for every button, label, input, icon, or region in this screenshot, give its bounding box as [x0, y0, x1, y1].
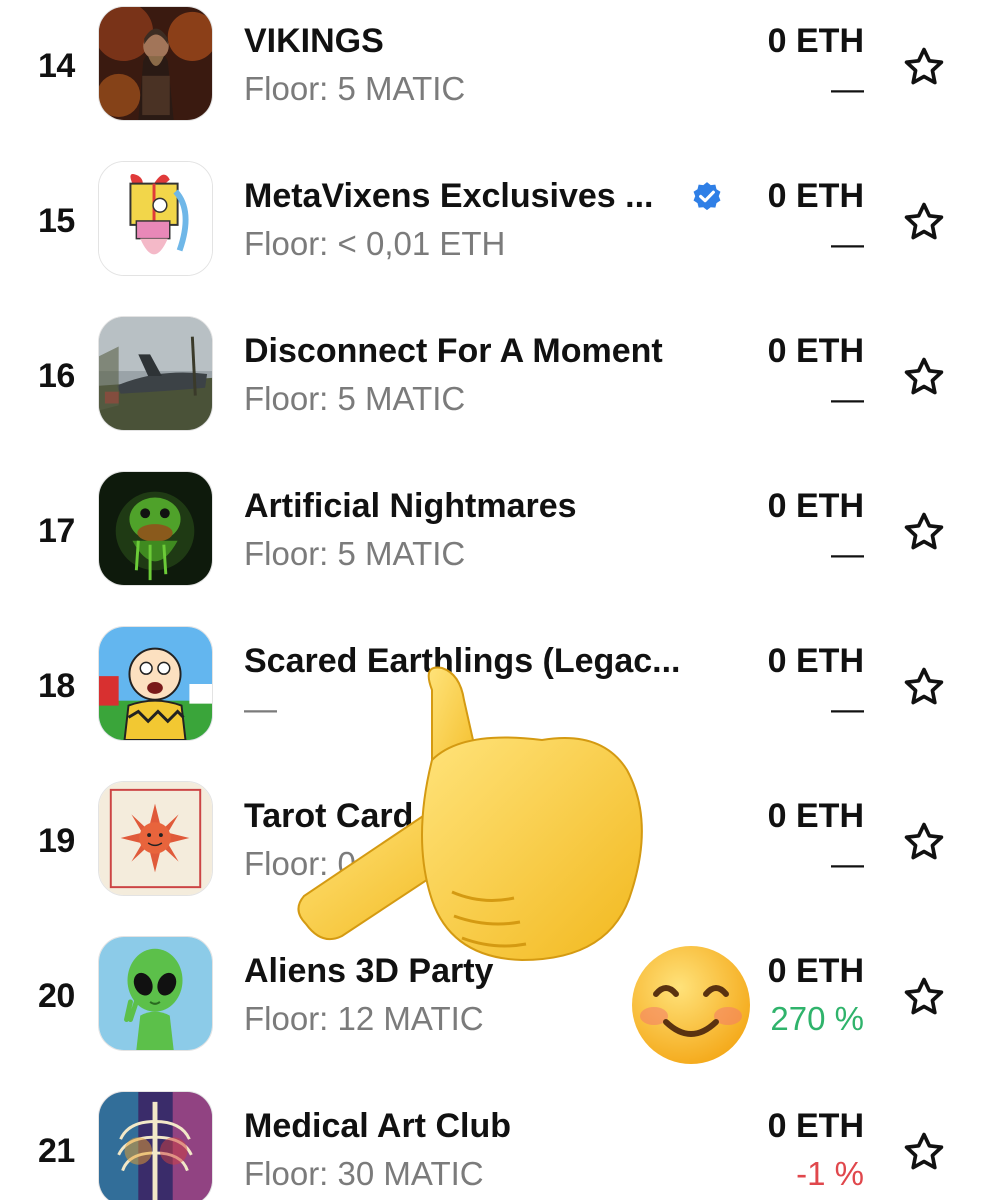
change-value: —: [831, 225, 864, 262]
green-slime-duck-image: [99, 472, 212, 585]
collection-thumbnail[interactable]: [98, 161, 213, 276]
change-value: —: [831, 380, 864, 417]
collection-thumbnail[interactable]: [98, 781, 213, 896]
floor-price: —: [244, 690, 277, 727]
collection-thumbnail[interactable]: [98, 316, 213, 431]
volume-value: 0 ETH: [767, 332, 864, 370]
volume-value: 0 ETH: [767, 642, 864, 680]
collection-name[interactable]: Scared Earthlings (Legac...: [244, 642, 680, 681]
collection-name[interactable]: Medical Art Club: [244, 1107, 511, 1146]
volume-value: 0 ETH: [767, 1107, 864, 1145]
change-value: 270 %: [770, 1000, 864, 1037]
change-value: —: [831, 690, 864, 727]
xray-chest-art-image: [99, 1092, 212, 1200]
collection-name[interactable]: Tarot Card: [244, 797, 413, 836]
rank-number: 15: [38, 202, 75, 240]
star-outline-icon[interactable]: [902, 355, 946, 399]
rank-number: 14: [38, 47, 75, 85]
verified-badge-icon: [690, 180, 724, 214]
collection-name[interactable]: Disconnect For A Moment: [244, 332, 663, 371]
rank-number: 19: [38, 822, 75, 860]
collection-name[interactable]: VIKINGS: [244, 22, 384, 61]
collection-row[interactable]: 19 Tarot Card Floor: 0 0 ETH —: [0, 775, 992, 930]
change-value: —: [831, 845, 864, 882]
floor-price: Floor: 5 MATIC: [244, 380, 466, 417]
star-outline-icon[interactable]: [902, 665, 946, 709]
star-outline-icon[interactable]: [902, 975, 946, 1019]
collection-row[interactable]: 16 Disconnect For A Moment Floor: 5 MATI…: [0, 310, 992, 465]
scared-cartoon-boy-image: [99, 627, 212, 740]
floor-price: Floor: 30 MATIC: [244, 1155, 484, 1192]
collection-row[interactable]: 17 Artificial Nightmares Floor: 5 MATIC …: [0, 465, 992, 620]
floor-price: Floor: 0: [244, 845, 356, 882]
change-value: -1 %: [796, 1155, 864, 1192]
volume-value: 0 ETH: [767, 22, 864, 60]
star-outline-icon[interactable]: [902, 510, 946, 554]
collection-row[interactable]: 20 Aliens 3D Party Floor: 12 MATIC 0 ETH…: [0, 930, 992, 1085]
abandoned-airplane-image: [99, 317, 212, 430]
collection-name[interactable]: Aliens 3D Party: [244, 952, 493, 991]
star-outline-icon[interactable]: [902, 1130, 946, 1174]
star-outline-icon[interactable]: [902, 820, 946, 864]
rank-number: 16: [38, 357, 75, 395]
tarot-sun-card-image: [99, 782, 212, 895]
floor-price: Floor: 5 MATIC: [244, 70, 466, 107]
star-outline-icon[interactable]: [902, 45, 946, 89]
collection-thumbnail[interactable]: [98, 471, 213, 586]
collection-thumbnail[interactable]: [98, 6, 213, 121]
collection-row[interactable]: 14 VIKINGS Floor: 5 MATIC 0 ETH —: [0, 0, 992, 155]
floor-price: Floor: 12 MATIC: [244, 1000, 484, 1037]
viking-warrior-image: [99, 7, 212, 120]
collection-thumbnail[interactable]: [98, 1091, 213, 1200]
volume-value: 0 ETH: [767, 487, 864, 525]
volume-value: 0 ETH: [767, 952, 864, 990]
star-outline-icon[interactable]: [902, 200, 946, 244]
collection-list: 14 VIKINGS Floor: 5 MATIC 0 ETH — 15 Met…: [0, 0, 992, 1200]
change-value: —: [831, 70, 864, 107]
collection-thumbnail[interactable]: [98, 626, 213, 741]
rank-number: 20: [38, 977, 75, 1015]
collection-row[interactable]: 21 Medical Art Club Floor: 30 MATIC 0 ET…: [0, 1085, 992, 1200]
collection-name[interactable]: MetaVixens Exclusives ...: [244, 177, 654, 216]
volume-value: 0 ETH: [767, 797, 864, 835]
floor-price: Floor: < 0,01 ETH: [244, 225, 506, 262]
green-alien-image: [99, 937, 212, 1050]
cartoon-gift-girl-image: [99, 162, 212, 275]
floor-price: Floor: 5 MATIC: [244, 535, 466, 572]
rank-number: 21: [38, 1132, 75, 1170]
volume-value: 0 ETH: [767, 177, 864, 215]
collection-row[interactable]: 15 MetaVixens Exclusives ... Floor: < 0,…: [0, 155, 992, 310]
collection-thumbnail[interactable]: [98, 936, 213, 1051]
rank-number: 17: [38, 512, 75, 550]
rank-number: 18: [38, 667, 75, 705]
change-value: —: [831, 535, 864, 572]
collection-row[interactable]: 18 Scared Earthlings (Legac... — 0 ETH —: [0, 620, 992, 775]
collection-name[interactable]: Artificial Nightmares: [244, 487, 577, 526]
